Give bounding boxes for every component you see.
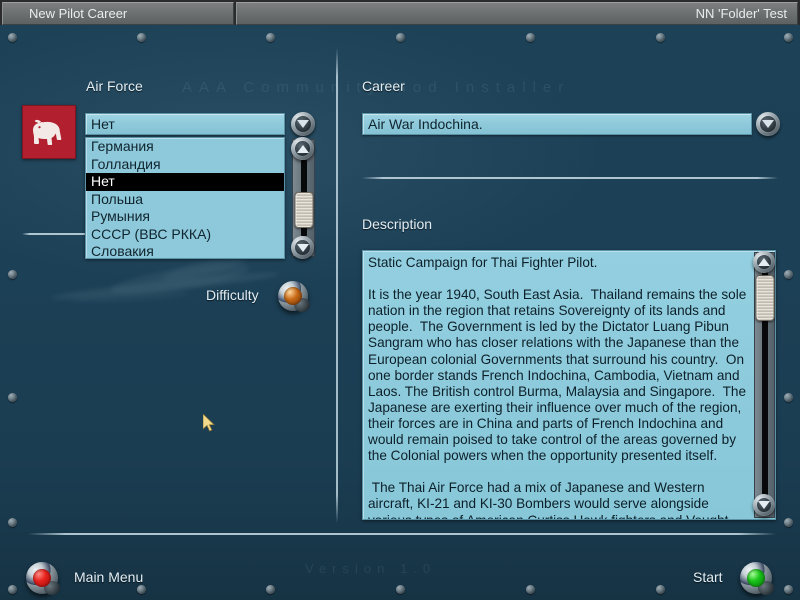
rivet	[396, 33, 405, 42]
description-scroll-up-button[interactable]	[753, 251, 775, 273]
aircraft-silhouette-backdrop	[40, 250, 300, 325]
difficulty-button[interactable]	[278, 281, 310, 312]
amber-jewel-icon	[284, 287, 302, 305]
air-force-listbox[interactable]: Германия Голландия Нет Польша Румыния СС…	[85, 137, 285, 259]
list-item[interactable]: Голландия	[86, 156, 284, 174]
titlebar-left-tab[interactable]: New Pilot Career	[2, 2, 234, 25]
air-force-emblem	[22, 105, 76, 159]
list-item[interactable]: Румыния	[86, 208, 284, 226]
start-label[interactable]: Start	[693, 569, 723, 585]
mod-name-label: NN 'Folder' Test	[695, 6, 787, 21]
rivet	[526, 33, 535, 42]
rivet	[656, 585, 665, 594]
description-textarea[interactable]: Static Campaign for Thai Fighter Pilot. …	[362, 250, 776, 520]
air-force-dropdown-button[interactable]	[291, 112, 315, 136]
description-label: Description	[362, 216, 433, 232]
rivet	[784, 393, 793, 402]
rivet	[137, 585, 146, 594]
main-menu-button[interactable]	[26, 562, 60, 595]
air-force-scroll-down-button[interactable]	[291, 236, 314, 259]
rivet	[784, 585, 793, 594]
career-dropdown-button[interactable]	[756, 112, 780, 136]
air-force-combo-field[interactable]: Нет	[85, 113, 285, 135]
start-button[interactable]	[740, 562, 774, 595]
rivet	[784, 518, 793, 527]
rivet	[784, 270, 793, 279]
titlebar-right-tab[interactable]: NN 'Folder' Test	[236, 2, 798, 25]
scrollbar-thumb[interactable]	[294, 192, 313, 228]
window-titlebar: New Pilot Career NN 'Folder' Test	[0, 0, 800, 25]
main-menu-label[interactable]: Main Menu	[74, 569, 143, 585]
rivet	[8, 518, 17, 527]
description-scroll-down-button[interactable]	[753, 494, 775, 516]
green-jewel-icon	[747, 569, 765, 587]
red-jewel-icon	[33, 569, 51, 587]
list-item[interactable]: Словакия	[86, 243, 284, 258]
rivet	[8, 270, 17, 279]
white-elephant-icon	[33, 119, 62, 145]
rivet	[266, 33, 275, 42]
air-force-combo-value: Нет	[91, 116, 115, 132]
description-scrollbar[interactable]	[754, 252, 775, 518]
difficulty-label: Difficulty	[206, 287, 259, 303]
air-force-label: Air Force	[86, 78, 143, 94]
mouse-cursor	[203, 414, 215, 432]
rivet	[266, 585, 275, 594]
center-divider	[336, 48, 338, 523]
rivet	[8, 585, 17, 594]
right-separator-line	[362, 177, 778, 179]
list-item-selected[interactable]: Нет	[86, 173, 284, 191]
version-watermark: Version 1.0	[305, 561, 437, 576]
window-title: New Pilot Career	[29, 6, 128, 21]
description-text: Static Campaign for Thai Fighter Pilot. …	[368, 255, 747, 520]
scrollbar-thumb[interactable]	[755, 275, 774, 321]
air-force-scroll-up-button[interactable]	[291, 137, 314, 160]
rivet	[784, 33, 793, 42]
career-combo-field[interactable]: Air War Indochina.	[362, 113, 752, 135]
career-label: Career	[362, 78, 405, 94]
rivet	[526, 585, 535, 594]
rivet	[396, 585, 405, 594]
rivet	[8, 33, 17, 42]
list-item[interactable]: СССР (ВВС РККА)	[86, 226, 284, 244]
list-item[interactable]: Германия	[86, 138, 284, 156]
footer-separator-line	[28, 533, 776, 535]
rivet	[137, 33, 146, 42]
game-window: New Pilot Career NN 'Folder' Test AAA Co…	[0, 0, 800, 600]
list-item[interactable]: Польша	[86, 191, 284, 209]
main-panel: AAA Community Mod Installer Version 1.0	[0, 25, 800, 600]
rivet	[656, 33, 665, 42]
career-combo-value: Air War Indochina.	[368, 116, 483, 132]
rivet	[8, 393, 17, 402]
